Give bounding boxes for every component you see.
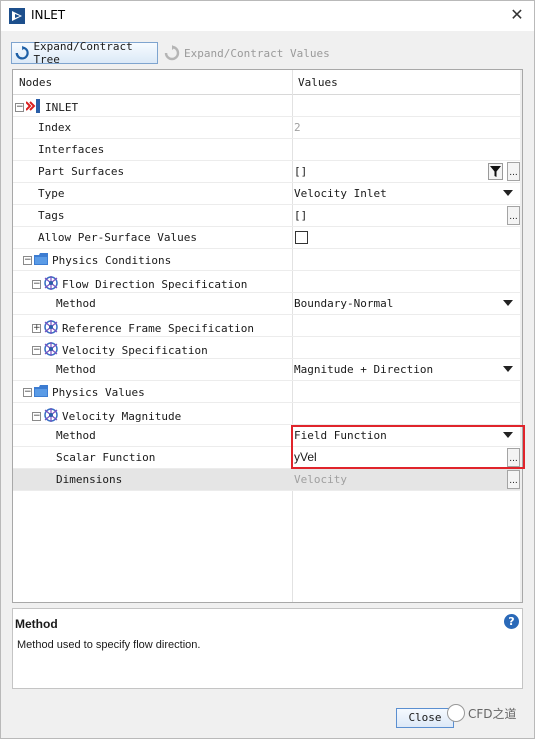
tree-row-label: Velocity Specification [62,344,208,357]
tree-header: Nodes Values [13,70,522,95]
watermark-text: CFD之道 [468,706,517,721]
tags-value: [] [294,209,308,222]
refresh-icon [164,45,180,61]
refresh-icon [15,45,29,60]
chevron-down-icon[interactable] [503,366,513,372]
tree-row-velocity-spec-method[interactable]: Method Magnitude + Direction [13,359,522,381]
allow-per-surface-checkbox[interactable] [295,231,308,244]
close-button[interactable]: Close [396,708,454,728]
folder-icon [34,385,49,400]
filter-icon[interactable] [488,163,503,180]
tree-row-label: Velocity Magnitude [62,410,182,423]
collapse-icon[interactable]: − [23,256,32,265]
velocity-spec-method-value[interactable]: Magnitude + Direction [294,363,433,376]
scalar-function-ellipsis-button[interactable]: ... [507,448,520,467]
physics-model-icon [43,319,59,338]
scalar-function-value[interactable]: yVel [294,450,317,464]
boundary-inlet-icon [25,99,42,116]
type-dropdown-value[interactable]: Velocity Inlet [294,187,387,200]
tree-row-label: Method [56,363,96,376]
tree-row-physics-values[interactable]: − Physics Values [13,381,522,403]
chevron-down-icon[interactable] [503,432,513,438]
tree-row-label: Tags [38,209,65,222]
tree-row-inlet[interactable]: − INLET [13,95,522,117]
tree-row-scalar-function[interactable]: Scalar Function yVel ... [13,447,522,469]
tree-row-reference-frame-spec[interactable]: + Reference Frame Specification [13,315,522,337]
folder-icon [34,253,49,268]
tree-row-type[interactable]: Type Velocity Inlet [13,183,522,205]
collapse-icon[interactable]: − [32,346,41,355]
collapse-icon[interactable]: − [23,388,32,397]
values-column-header: Values [298,76,338,89]
dimensions-ellipsis-button[interactable]: ... [507,470,520,489]
physics-model-icon [43,341,59,360]
tags-ellipsis-button[interactable]: ... [507,206,520,225]
tree-row-interfaces[interactable]: Interfaces [13,139,522,161]
help-icon[interactable]: ? [504,614,519,629]
expand-contract-values-button[interactable]: Expand/Contract Values [161,42,336,64]
description-panel: Method ? Method used to specify flow dir… [12,608,523,689]
property-tree: Nodes Values − INLET Index 2 Interfaces … [12,69,523,603]
collapse-icon[interactable]: − [32,280,41,289]
tree-row-label: Flow Direction Specification [62,278,248,291]
dimensions-value: Velocity [294,473,347,486]
tree-row-label: Method [56,297,96,310]
tree-row-velocity-magnitude-method[interactable]: Method Field Function [13,425,522,447]
expand-values-label: Expand/Contract Values [184,46,330,60]
physics-model-icon [43,275,59,294]
flow-direction-method-value[interactable]: Boundary-Normal [294,297,393,310]
collapse-icon[interactable]: − [15,103,24,112]
part-surfaces-ellipsis-button[interactable]: ... [507,162,520,181]
tree-row-label: Part Surfaces [38,165,125,178]
tree-row-flow-direction-method[interactable]: Method Boundary-Normal [13,293,522,315]
tree-row-label: Scalar Function [56,451,156,464]
watermark: CFD之道 [447,704,517,722]
tree-row-velocity-spec[interactable]: − Velocity Specification [13,337,522,359]
expand-icon[interactable]: + [32,324,41,333]
close-icon[interactable]: ✕ [508,6,526,24]
tree-row-label: Method [56,429,96,442]
part-surfaces-value: [] [294,165,308,178]
velocity-magnitude-method-value[interactable]: Field Function [294,429,387,442]
tree-row-label: INLET [45,101,79,114]
chevron-down-icon[interactable] [503,300,513,306]
tree-row-physics-conditions[interactable]: − Physics Conditions [13,249,522,271]
window-title: INLET [31,8,66,22]
physics-model-icon [43,407,59,426]
tree-row-part-surfaces[interactable]: Part Surfaces [] ... [13,161,522,183]
index-value: 2 [294,121,301,134]
tree-row-label: Type [38,187,65,200]
expand-tree-label: Expand/Contract Tree [33,40,133,66]
tree-row-velocity-magnitude[interactable]: − Velocity Magnitude [13,403,522,425]
description-title: Method [15,617,58,631]
tree-row-flow-direction-spec[interactable]: − Flow Direction Specification [13,271,522,293]
tree-row-dimensions[interactable]: Dimensions Velocity ... [13,469,522,491]
tree-row-label: Reference Frame Specification [62,322,255,335]
tree-row-label: Index [38,121,72,134]
wechat-logo-icon [447,704,465,722]
expand-contract-tree-button[interactable]: Expand/Contract Tree [11,40,158,66]
tree-scrollbar[interactable] [520,70,522,602]
tree-row-label: Physics Conditions [52,254,172,267]
toolbar: Expand/Contract Tree Expand/Contract Val… [11,40,526,66]
tree-row-allow-per-surface[interactable]: Allow Per-Surface Values [13,227,522,249]
app-logo-icon [9,8,25,24]
collapse-icon[interactable]: − [32,412,41,421]
properties-dialog: INLET ✕ Expand/Contract Tree Expand/Cont… [0,0,535,739]
description-text: Method used to specify flow direction. [17,639,201,651]
chevron-down-icon[interactable] [503,190,513,196]
tree-row-label: Dimensions [56,473,123,486]
nodes-column-header: Nodes [19,76,53,89]
tree-row-index[interactable]: Index 2 [13,117,522,139]
tree-row-tags[interactable]: Tags [] ... [13,205,522,227]
tree-row-label: Physics Values [52,386,145,399]
tree-row-label: Interfaces [38,143,105,156]
tree-row-label: Allow Per-Surface Values [38,231,197,244]
title-bar: INLET ✕ [1,1,534,31]
